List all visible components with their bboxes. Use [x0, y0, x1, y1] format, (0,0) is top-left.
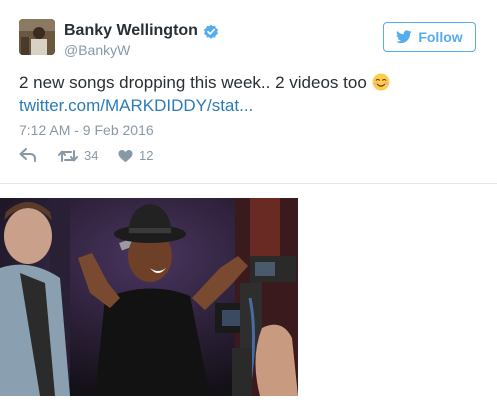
like-button[interactable]: 12 [118, 148, 153, 163]
heart-icon [118, 149, 133, 162]
reply-icon [19, 148, 36, 162]
author-handle[interactable]: @BankyW [64, 41, 130, 59]
tweet-link[interactable]: twitter.com/MARKDIDDY/stat... [19, 95, 253, 117]
bird-icon [396, 30, 413, 44]
author-name[interactable]: Banky Wellington [64, 22, 198, 40]
retweet-count: 34 [84, 148, 99, 163]
retweet-button[interactable]: 34 [58, 148, 98, 163]
verified-badge-icon [204, 24, 218, 39]
tweet-text: 2 new songs dropping this week.. 2 video… [19, 72, 390, 94]
tweet-timestamp[interactable]: 7:12 AM - 9 Feb 2016 [19, 121, 154, 139]
tweet-media-photo[interactable] [0, 198, 298, 396]
relaxed-face-emoji-icon [372, 73, 390, 91]
tweet-card: Banky Wellington @BankyW Follow 2 new so… [0, 0, 497, 184]
reply-button[interactable] [19, 148, 37, 162]
follow-label: Follow [418, 29, 463, 45]
follow-button[interactable]: Follow [383, 22, 476, 52]
avatar[interactable] [19, 19, 55, 55]
like-count: 12 [139, 148, 154, 163]
retweet-icon [58, 149, 78, 162]
tweet-body: 2 new songs dropping this week.. 2 video… [19, 73, 367, 92]
